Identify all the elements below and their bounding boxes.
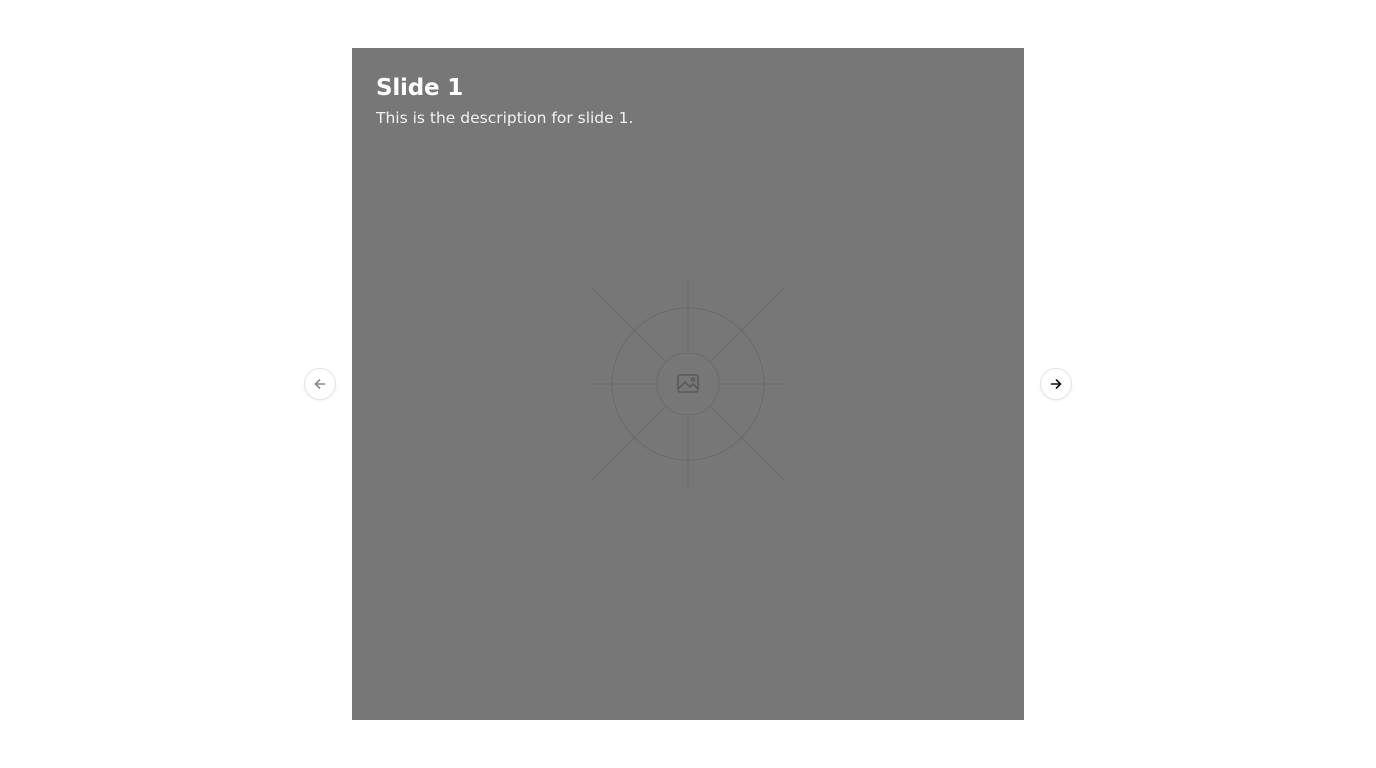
carousel-slide: Slide 1 This is the description for slid… xyxy=(352,48,1024,720)
arrow-left-icon xyxy=(312,376,328,392)
page: Slide 1 This is the description for slid… xyxy=(0,0,1376,768)
next-slide-button[interactable] xyxy=(1040,368,1072,400)
slide-title: Slide 1 xyxy=(376,75,464,101)
previous-slide-button[interactable] xyxy=(304,368,336,400)
slide-caption: Slide 1 This is the description for slid… xyxy=(376,72,1000,129)
slide-image-placeholder xyxy=(352,48,1024,720)
carousel: Slide 1 This is the description for slid… xyxy=(352,48,1024,720)
arrow-right-icon xyxy=(1048,376,1064,392)
slide-description: This is the description for slide 1. xyxy=(376,109,634,127)
